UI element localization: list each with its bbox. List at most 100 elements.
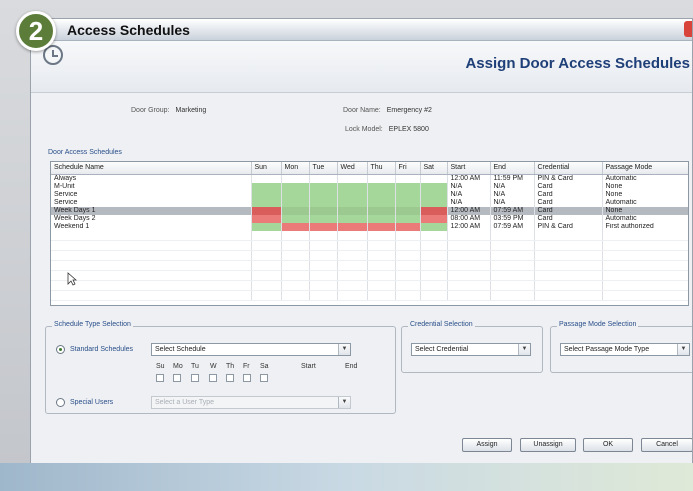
- unassign-button[interactable]: Unassign: [520, 438, 576, 452]
- day-label-fr: Fr: [243, 363, 250, 370]
- column-header[interactable]: Wed: [337, 162, 368, 175]
- day-label-tu: Tu: [191, 363, 199, 370]
- table-cell: [251, 240, 282, 251]
- passage-mode-select[interactable]: Select Passage Mode Type ▼: [560, 343, 690, 356]
- table-header-row: Schedule Name Sun Mon Tue Wed Thu Fri Sat Start E…: [51, 162, 688, 175]
- table-cell: Always: [51, 174, 252, 183]
- column-header[interactable]: End: [490, 162, 535, 175]
- step-badge: 2: [16, 11, 56, 51]
- cancel-button[interactable]: Cancel: [641, 438, 692, 452]
- user-type-select[interactable]: Select a User Type ▼: [151, 396, 351, 409]
- table-cell: [367, 290, 396, 301]
- table-cell: [309, 174, 338, 183]
- table-cell: PIN & Card: [534, 222, 603, 231]
- column-header[interactable]: Credential: [534, 162, 603, 175]
- page-title: Assign Door Access Schedules: [465, 55, 690, 72]
- column-header[interactable]: Mon: [281, 162, 310, 175]
- column-header[interactable]: Schedule Name: [51, 162, 252, 175]
- table-cell: [420, 280, 448, 291]
- table-cell: [337, 240, 368, 251]
- column-header[interactable]: Start: [447, 162, 491, 175]
- table-cell: 08:00 AM: [447, 214, 491, 223]
- credential-select[interactable]: Select Credential ▼: [411, 343, 531, 356]
- day-checkbox-mo[interactable]: [173, 374, 181, 382]
- table-row[interactable]: Week Days 1 12:00 AM 07:59 AM Card None: [51, 206, 688, 215]
- column-header[interactable]: Sat: [420, 162, 448, 175]
- table-cell: [337, 280, 368, 291]
- table-cell: [490, 290, 535, 301]
- title-bar: Access Schedules: [31, 19, 692, 41]
- table-row[interactable]: Weekend 1 12:00 AM 07:59 AM PIN & Card First…: [51, 222, 688, 231]
- table-cell: [337, 206, 368, 215]
- day-checkbox-w[interactable]: [209, 374, 217, 382]
- table-cell: [534, 260, 603, 271]
- chevron-down-icon[interactable]: ▼: [518, 344, 530, 355]
- table-row[interactable]: Service N/A N/A Card None: [51, 190, 688, 199]
- column-header[interactable]: Sun: [251, 162, 282, 175]
- assign-button[interactable]: Assign: [462, 438, 512, 452]
- table-cell: Card: [534, 214, 603, 223]
- table-cell: [309, 290, 338, 301]
- column-header[interactable]: Tue: [309, 162, 338, 175]
- day-checkbox-sa[interactable]: [260, 374, 268, 382]
- lock-model-info: Lock Model: EPLEX 5800: [345, 126, 429, 133]
- table-row[interactable]: Service N/A N/A Card Automatic: [51, 198, 688, 207]
- schedule-select[interactable]: Select Schedule ▼: [151, 343, 351, 356]
- table-cell: None: [602, 206, 688, 215]
- standard-schedules-label: Standard Schedules: [70, 346, 134, 353]
- day-label-sa: Sa: [260, 363, 269, 370]
- ok-button[interactable]: OK: [583, 438, 633, 452]
- chevron-down-icon[interactable]: ▼: [338, 397, 350, 408]
- table-cell: N/A: [490, 190, 535, 199]
- table-cell: [337, 290, 368, 301]
- passage-mode-title: Passage Mode Selection: [557, 321, 639, 328]
- table-row[interactable]: Always 12:00 AM 11:59 PM PIN & Card Automati…: [51, 174, 688, 183]
- empty-row: [51, 280, 688, 291]
- table-row[interactable]: M-Unit N/A N/A Card None: [51, 182, 688, 191]
- table-cell: [51, 260, 252, 271]
- door-group-label: Door Group:: [131, 107, 170, 114]
- table-cell: [337, 250, 368, 261]
- table-cell: [395, 270, 421, 281]
- table-cell: [51, 230, 252, 241]
- table-row[interactable]: Week Days 2 08:00 AM 03:59 PM Card Automatic: [51, 214, 688, 223]
- table-cell: [420, 270, 448, 281]
- table-cell: [251, 206, 282, 215]
- close-icon[interactable]: [684, 21, 692, 37]
- special-users-radio[interactable]: [56, 398, 65, 407]
- table-cell: [251, 174, 282, 183]
- chevron-down-icon[interactable]: ▼: [677, 344, 689, 355]
- chevron-down-icon[interactable]: ▼: [338, 344, 350, 355]
- table-cell: [367, 240, 396, 251]
- empty-row: [51, 240, 688, 251]
- table-cell: [602, 230, 688, 241]
- lock-model-value: EPLEX 5800: [388, 126, 429, 133]
- table-cell: [420, 190, 448, 199]
- table-cell: N/A: [447, 182, 491, 191]
- schedules-section-label: Door Access Schedules: [48, 149, 122, 156]
- column-header[interactable]: Passage Mode: [602, 162, 688, 175]
- day-checkbox-th[interactable]: [226, 374, 234, 382]
- column-header[interactable]: Thu: [367, 162, 396, 175]
- table-cell: None: [602, 190, 688, 199]
- day-checkbox-tu[interactable]: [191, 374, 199, 382]
- schedule-type-title: Schedule Type Selection: [52, 321, 133, 328]
- standard-schedules-radio[interactable]: [56, 345, 65, 354]
- table-cell: [420, 174, 448, 183]
- table-cell: [602, 270, 688, 281]
- door-group-value: Marketing: [175, 107, 207, 114]
- table-cell: M-Unit: [51, 182, 252, 191]
- table-cell: [309, 260, 338, 271]
- window-title: Access Schedules: [67, 22, 190, 38]
- table-cell: N/A: [447, 190, 491, 199]
- table-cell: [51, 280, 252, 291]
- table-cell: Service: [51, 190, 252, 199]
- day-checkbox-su[interactable]: [156, 374, 164, 382]
- table-cell: [51, 270, 252, 281]
- table-cell: [251, 190, 282, 199]
- column-header[interactable]: Fri: [395, 162, 421, 175]
- day-checkbox-fr[interactable]: [243, 374, 251, 382]
- table-cell: [367, 214, 396, 223]
- table-cell: [395, 190, 421, 199]
- table-cell: Automatic: [602, 214, 688, 223]
